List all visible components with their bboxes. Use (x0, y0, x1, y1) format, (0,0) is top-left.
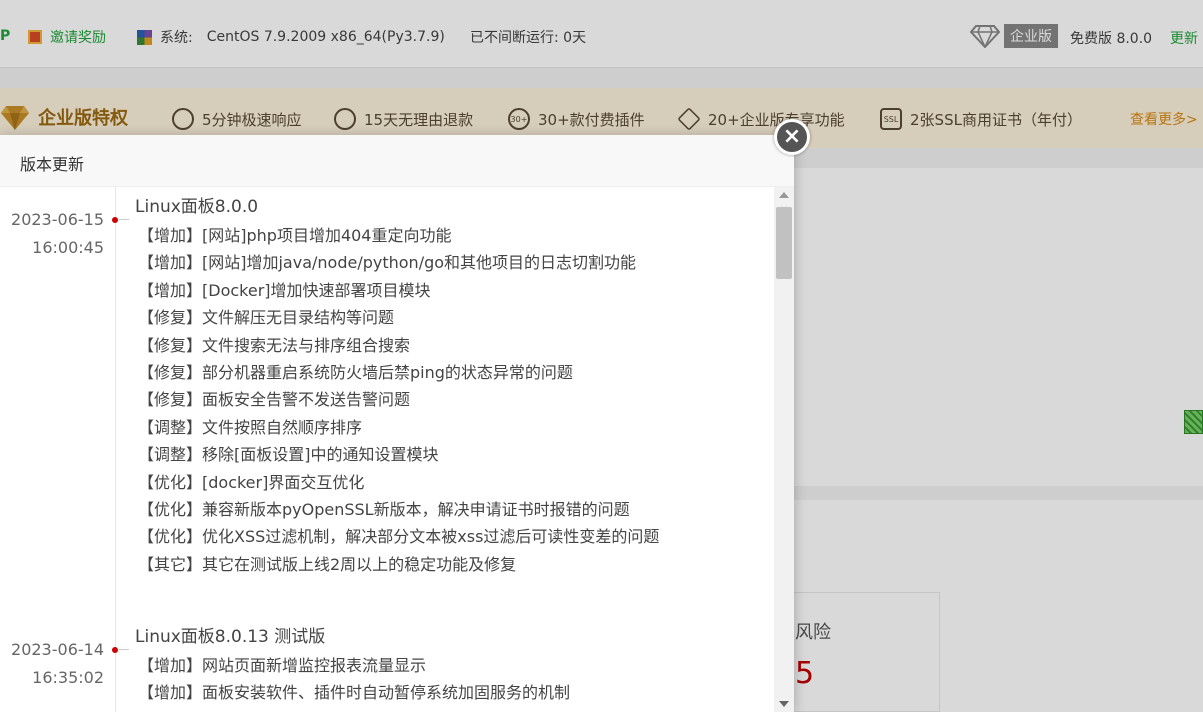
list-item: 【增加】[Docker]增加快速部署项目模块 (138, 280, 431, 300)
scroll-up-arrow-icon[interactable] (779, 192, 789, 198)
entry-items: 【增加】网站页面新增监控报表流量显示 【增加】面板安装软件、插件时自动暂停系统加… (138, 652, 570, 707)
modal-header: 版本更新 (0, 135, 794, 187)
list-item: 【优化】[docker]界面交互优化 (138, 472, 365, 492)
list-item: 【调整】文件按照自然顺序排序 (138, 417, 363, 437)
entry-title: Linux面板8.0.13 测试版 (135, 627, 326, 647)
list-item: 【修复】部分机器重启系统防火墙后禁ping的状态异常的问题 (138, 362, 573, 382)
close-icon: × (782, 124, 802, 149)
close-button[interactable]: × (774, 119, 810, 155)
list-item: 【增加】[网站]php项目增加404重定向功能 (138, 226, 452, 245)
list-item: 【优化】优化XSS过滤机制，解决部分文本被xss过滤后可读性变差的问题 (138, 527, 660, 547)
timeline-line (115, 187, 116, 712)
entry-items: 【增加】[网站]php项目增加404重定向功能 【增加】[网站]增加java/n… (138, 222, 659, 578)
timeline: 2023-06-15 16:00:45 Linux面板8.0.0 【增加】[网站… (0, 187, 774, 712)
list-item: 【修复】文件搜索无法与排序组合搜索 (138, 335, 411, 355)
list-item: 【优化】兼容新版本pyOpenSSL新版本，解决申请证书时报错的问题 (138, 499, 630, 519)
timeline-dot (112, 217, 118, 223)
list-item: 【修复】面板安全告警不发送告警问题 (138, 390, 411, 410)
list-item: 【增加】面板安装软件、插件时自动暂停系统加固服务的机制 (138, 683, 571, 703)
list-item: 【调整】移除[面板设置]中的通知设置模块 (138, 445, 439, 465)
timeline-tick (119, 219, 129, 220)
list-item: 【增加】[网站]增加java/node/python/go和其他项目的日志切割功… (138, 253, 637, 273)
entry-time: 16:35:02 (32, 668, 104, 687)
entry-time: 16:00:45 (32, 238, 104, 257)
list-item: 【其它】其它在测试版上线2周以上的稳定功能及修复 (138, 554, 517, 574)
list-item: 【增加】网站页面新增监控报表流量显示 (138, 656, 427, 675)
list-item: 【修复】文件解压无目录结构等问题 (138, 308, 395, 328)
modal-title: 版本更新 (20, 155, 85, 174)
entry-title: Linux面板8.0.0 (135, 197, 259, 217)
scroll-thumb[interactable] (776, 207, 792, 279)
timeline-tick (119, 649, 129, 650)
modal-scrollbar[interactable] (774, 187, 794, 712)
timeline-dot (112, 647, 118, 653)
scroll-down-arrow-icon[interactable] (779, 701, 789, 707)
version-update-modal: 版本更新 2023-06-15 16:00:45 Linux面板8.0.0 【增… (0, 135, 794, 712)
